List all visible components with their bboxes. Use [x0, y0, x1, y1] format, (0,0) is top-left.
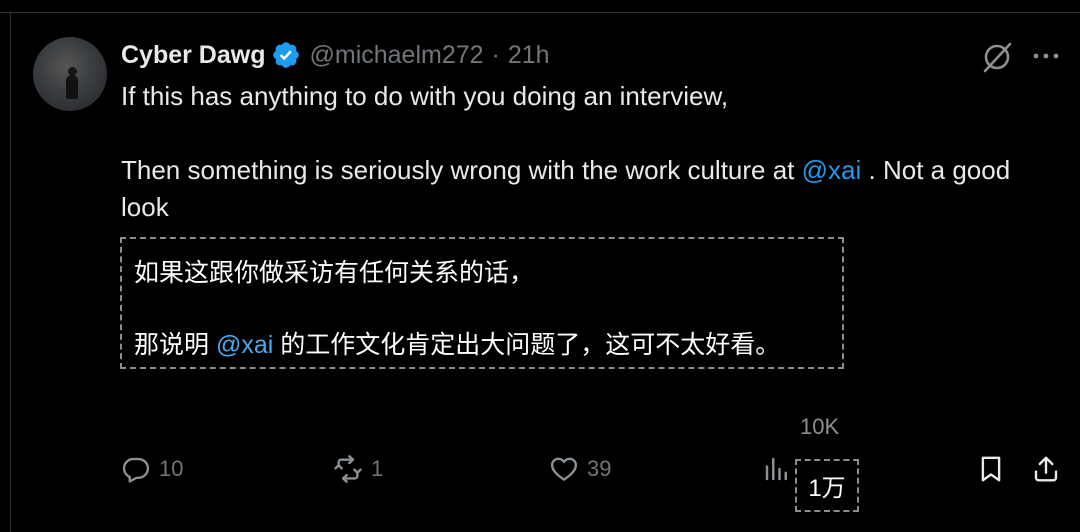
translation-gap: [134, 291, 830, 327]
avatar[interactable]: [33, 37, 107, 111]
tweet-card: Cyber Dawg @michaelm272 · 21h If this ha…: [0, 0, 1080, 532]
tweet-text-line2: Then something is seriously wrong with t…: [121, 152, 1021, 226]
retweet-button[interactable]: 1: [333, 452, 383, 486]
share-icon: [1034, 456, 1058, 482]
tweet-text-gap: [121, 115, 1021, 152]
author-name[interactable]: Cyber Dawg: [121, 41, 265, 70]
translation-line2: 那说明 @xai 的工作文化肯定出大问题了，这可不太好看。: [134, 327, 830, 363]
verified-badge-icon[interactable]: [271, 40, 301, 70]
views-icon: [765, 457, 787, 481]
tweet-time[interactable]: 21h: [508, 41, 550, 70]
translation-line1: 如果这跟你做采访有任何关系的话，: [134, 259, 535, 287]
like-icon: [550, 457, 578, 481]
reply-count: 10: [159, 456, 184, 481]
views-count-label: 10K: [800, 414, 840, 439]
tweet-text: If this has anything to do with you doin…: [121, 78, 1021, 226]
translation-line2-before: 那说明: [134, 331, 216, 359]
views-translation-box: 1万: [795, 459, 859, 512]
avatar-figure: [66, 75, 78, 99]
translation-box: 如果这跟你做采访有任何关系的话， 那说明 @xai 的工作文化肯定出大问题了，这…: [120, 237, 844, 369]
retweet-icon: [334, 455, 362, 483]
bookmark-icon: [981, 456, 1001, 482]
tweet-text-line2-before: Then something is seriously wrong with t…: [121, 155, 802, 185]
share-button[interactable]: [1031, 452, 1061, 486]
tweet-text-line1: If this has anything to do with you doin…: [121, 81, 729, 111]
translation-mention-link[interactable]: @xai: [216, 331, 273, 359]
reply-button[interactable]: 10: [121, 452, 183, 486]
like-button[interactable]: 39: [549, 452, 611, 486]
like-count: 39: [587, 456, 612, 481]
author-handle[interactable]: @michaelm272: [309, 41, 483, 70]
bookmark-button[interactable]: [976, 452, 1006, 486]
retweet-count: 1: [371, 456, 384, 481]
header-separator: ·: [491, 40, 500, 69]
grok-icon[interactable]: [980, 40, 1014, 74]
left-divider: [10, 12, 11, 532]
more-icon[interactable]: [1031, 44, 1061, 68]
mention-link[interactable]: @xai: [802, 155, 862, 185]
translation-line2-after: 的工作文化肯定出大问题了，这可不太好看。: [273, 331, 781, 359]
views-button[interactable]: [762, 452, 792, 486]
tweet-header: Cyber Dawg @michaelm272 · 21h: [121, 38, 550, 72]
top-divider: [0, 12, 1080, 13]
reply-icon: [122, 457, 150, 483]
